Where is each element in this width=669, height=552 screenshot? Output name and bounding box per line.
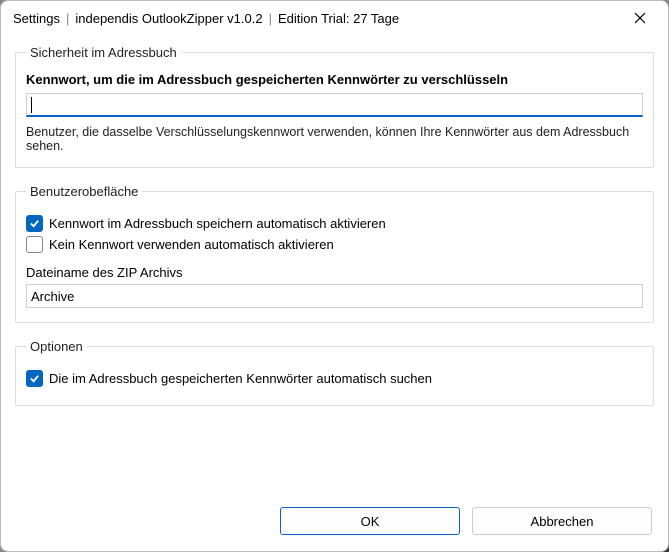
group-security: Sicherheit im Adressbuch Kennwort, um di… (15, 45, 654, 168)
ok-button[interactable]: OK (280, 507, 460, 535)
zip-filename-label: Dateiname des ZIP Archivs (26, 265, 643, 280)
password-input[interactable] (26, 93, 643, 117)
checkbox-label: Kennwort im Adressbuch speichern automat… (49, 216, 386, 231)
group-ui-legend: Benutzerobefläche (26, 184, 142, 199)
close-button[interactable] (620, 4, 660, 32)
check-icon (29, 373, 40, 384)
zip-filename-input[interactable] (26, 284, 643, 308)
password-label: Kennwort, um die im Adressbuch gespeiche… (26, 72, 643, 87)
checkbox-label: Kein Kennwort verwenden automatisch akti… (49, 237, 334, 252)
titlebar-edition-label: Edition Trial: 27 Tage (278, 11, 399, 26)
check-icon (29, 218, 40, 229)
checkbox-icon (26, 370, 43, 387)
titlebar-settings-label: Settings (13, 11, 60, 26)
separator: | (269, 11, 272, 26)
checkbox-store-password[interactable]: Kennwort im Adressbuch speichern automat… (26, 215, 643, 232)
settings-dialog: Settings | independis OutlookZipper v1.0… (0, 0, 669, 552)
group-options: Optionen Die im Adressbuch gespeicherten… (15, 339, 654, 406)
titlebar-app-label: independis OutlookZipper v1.0.2 (75, 11, 262, 26)
group-security-legend: Sicherheit im Adressbuch (26, 45, 181, 60)
checkbox-icon (26, 236, 43, 253)
cancel-button[interactable]: Abbrechen (472, 507, 652, 535)
group-options-legend: Optionen (26, 339, 87, 354)
text-cursor (31, 97, 32, 113)
checkbox-no-password[interactable]: Kein Kennwort verwenden automatisch akti… (26, 236, 643, 253)
content-area: Sicherheit im Adressbuch Kennwort, um di… (1, 35, 668, 551)
button-row: OK Abbrechen (15, 499, 654, 539)
titlebar: Settings | independis OutlookZipper v1.0… (1, 1, 668, 35)
checkbox-autosearch[interactable]: Die im Adressbuch gespeicherten Kennwört… (26, 370, 643, 387)
close-icon (634, 12, 646, 24)
separator: | (66, 11, 69, 26)
group-ui: Benutzerobefläche Kennwort im Adressbuch… (15, 184, 654, 323)
checkbox-icon (26, 215, 43, 232)
checkbox-label: Die im Adressbuch gespeicherten Kennwört… (49, 371, 432, 386)
password-hint: Benutzer, die dasselbe Verschlüsselungsk… (26, 125, 643, 153)
